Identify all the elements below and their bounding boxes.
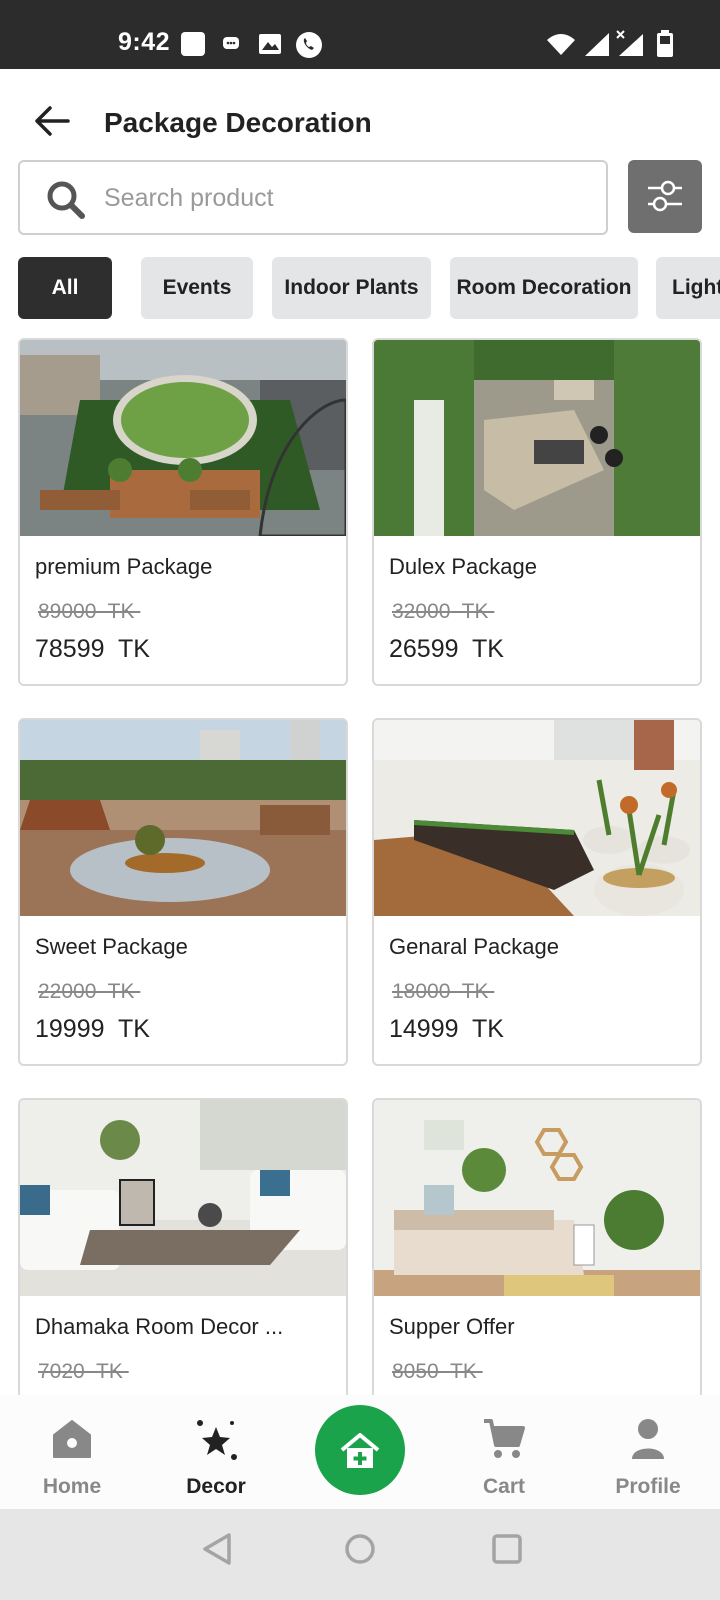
search-box[interactable] [18,160,608,235]
profile-icon [632,1419,664,1459]
back-arrow-icon[interactable] [30,99,74,143]
nav-cart[interactable]: Cart [444,1395,564,1509]
search-icon [47,181,85,219]
old-price: 18000 TK [392,980,495,1003]
nav-label-cart: Cart [482,1475,525,1498]
chip-all[interactable]: All [18,257,112,319]
app-bar: Package Decoration [0,69,720,157]
old-price: 32000 TK [392,600,495,623]
add-home-icon [340,1433,380,1468]
home-circle-icon[interactable] [343,1531,377,1567]
product-card-dhamaka[interactable]: Dhamaka Room Decor ... 7020 TK [18,1098,348,1395]
add-home-fab[interactable] [315,1405,405,1495]
old-price: 7020 TK [38,1360,129,1383]
recents-square-icon[interactable] [490,1531,524,1567]
product-name: Genaral Package [389,934,559,959]
cart-icon [484,1419,525,1458]
battery-icon [657,30,673,57]
product-image [20,720,346,916]
old-price: 22000 TK [38,980,141,1003]
product-image [20,1100,346,1296]
nav-label-decor: Decor [186,1475,246,1498]
old-price: 89000 TK [38,600,141,623]
product-card-dulex[interactable]: Dulex Package 32000 TK 26599 TK [372,338,702,686]
current-price: 19999 TK [35,1015,150,1043]
chip-light[interactable]: Light [656,257,720,319]
chip-events[interactable]: Events [141,257,253,319]
nav-decor[interactable]: Decor [156,1395,276,1509]
product-image [374,720,700,916]
notification-square-icon [181,32,205,56]
bottom-nav: Home Decor Cart Profile [0,1395,720,1509]
page-title: Package Decoration [104,107,372,138]
product-image [20,340,346,536]
product-card-premium[interactable]: premium Package 89000 TK 78599 TK [18,338,348,686]
system-nav-bar [0,1509,720,1600]
image-icon [259,34,281,54]
current-price: 26599 TK [389,635,504,663]
sliders-icon [648,180,682,212]
product-name: premium Package [35,554,213,579]
filter-button[interactable] [628,160,702,233]
signal-icon [585,33,609,56]
chip-indoor-plants[interactable]: Indoor Plants [272,257,431,319]
whatsapp-icon [296,32,322,58]
nav-home[interactable]: Home [12,1395,132,1509]
product-card-supper-offer[interactable]: Supper Offer 8050 TK [372,1098,702,1395]
product-name: Dulex Package [389,554,537,579]
category-chips: All Events Indoor Plants Room Decoration… [0,257,720,319]
old-price: 8050 TK [392,1360,483,1383]
product-name: Dhamaka Room Decor ... [35,1314,284,1339]
nav-profile[interactable]: Profile [588,1395,708,1509]
product-name: Sweet Package [35,934,188,959]
current-price: 78599 TK [35,635,150,663]
back-triangle-icon[interactable] [200,1531,234,1567]
status-bar: 9:42 [0,0,720,69]
screen: 9:42 Package Decoration Search product A… [0,0,720,1600]
nav-label-home: Home [42,1475,102,1498]
home-icon [53,1420,91,1458]
signal-x-icon [616,30,643,56]
search-input[interactable] [102,172,592,224]
product-card-sweet[interactable]: Sweet Package 22000 TK 19999 TK [18,718,348,1066]
product-image [374,340,700,536]
product-card-genaral[interactable]: Genaral Package 18000 TK 14999 TK [372,718,702,1066]
product-image [374,1100,700,1296]
nav-label-profile: Profile [615,1475,681,1498]
product-name: Supper Offer [389,1314,515,1339]
status-time: 9:42 [118,28,171,56]
message-icon [223,37,239,49]
decor-stars-icon [197,1420,237,1460]
chip-room-decoration[interactable]: Room Decoration [450,257,638,319]
wifi-icon [547,34,575,55]
current-price: 14999 TK [389,1015,504,1043]
